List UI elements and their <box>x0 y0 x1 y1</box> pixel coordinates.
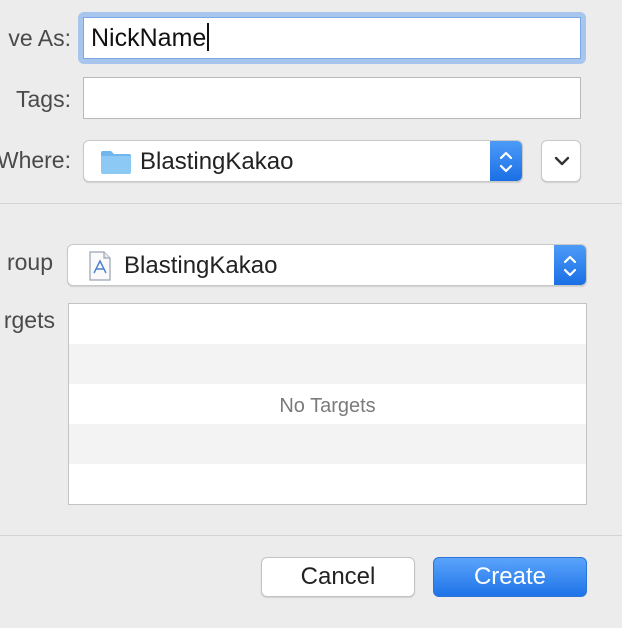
xcode-project-icon <box>89 251 111 281</box>
where-popup-button[interactable]: BlastingKakao <box>83 140 523 182</box>
text-caret <box>207 23 209 52</box>
updown-arrows-icon <box>499 151 513 173</box>
tags-input[interactable] <box>83 77 581 119</box>
group-value: BlastingKakao <box>124 252 278 279</box>
targets-label: rgets <box>3 307 55 333</box>
group-popup-arrows <box>554 245 586 285</box>
save-as-input[interactable]: NickName <box>83 17 581 59</box>
table-row <box>69 304 586 344</box>
updown-arrows-icon <box>563 255 577 277</box>
cancel-button[interactable]: Cancel <box>261 557 415 597</box>
tags-label: Tags: <box>16 86 71 112</box>
section-divider <box>0 203 622 204</box>
save-as-label: ve As: <box>8 25 71 51</box>
save-as-value: NickName <box>91 24 207 52</box>
where-value: BlastingKakao <box>140 148 294 175</box>
targets-list[interactable]: No Targets <box>68 303 587 505</box>
footer-divider <box>0 535 622 536</box>
expand-button[interactable] <box>541 140 581 182</box>
table-row <box>69 344 586 384</box>
where-label: Where: <box>0 147 71 173</box>
create-button[interactable]: Create <box>433 557 587 597</box>
table-row <box>69 424 586 464</box>
table-row <box>69 464 586 504</box>
folder-icon <box>101 151 131 174</box>
chevron-down-icon <box>554 156 570 166</box>
where-popup-arrows <box>490 141 522 181</box>
group-popup-button[interactable]: BlastingKakao <box>67 244 587 286</box>
no-targets-placeholder: No Targets <box>279 395 376 417</box>
group-label: roup <box>6 249 53 275</box>
